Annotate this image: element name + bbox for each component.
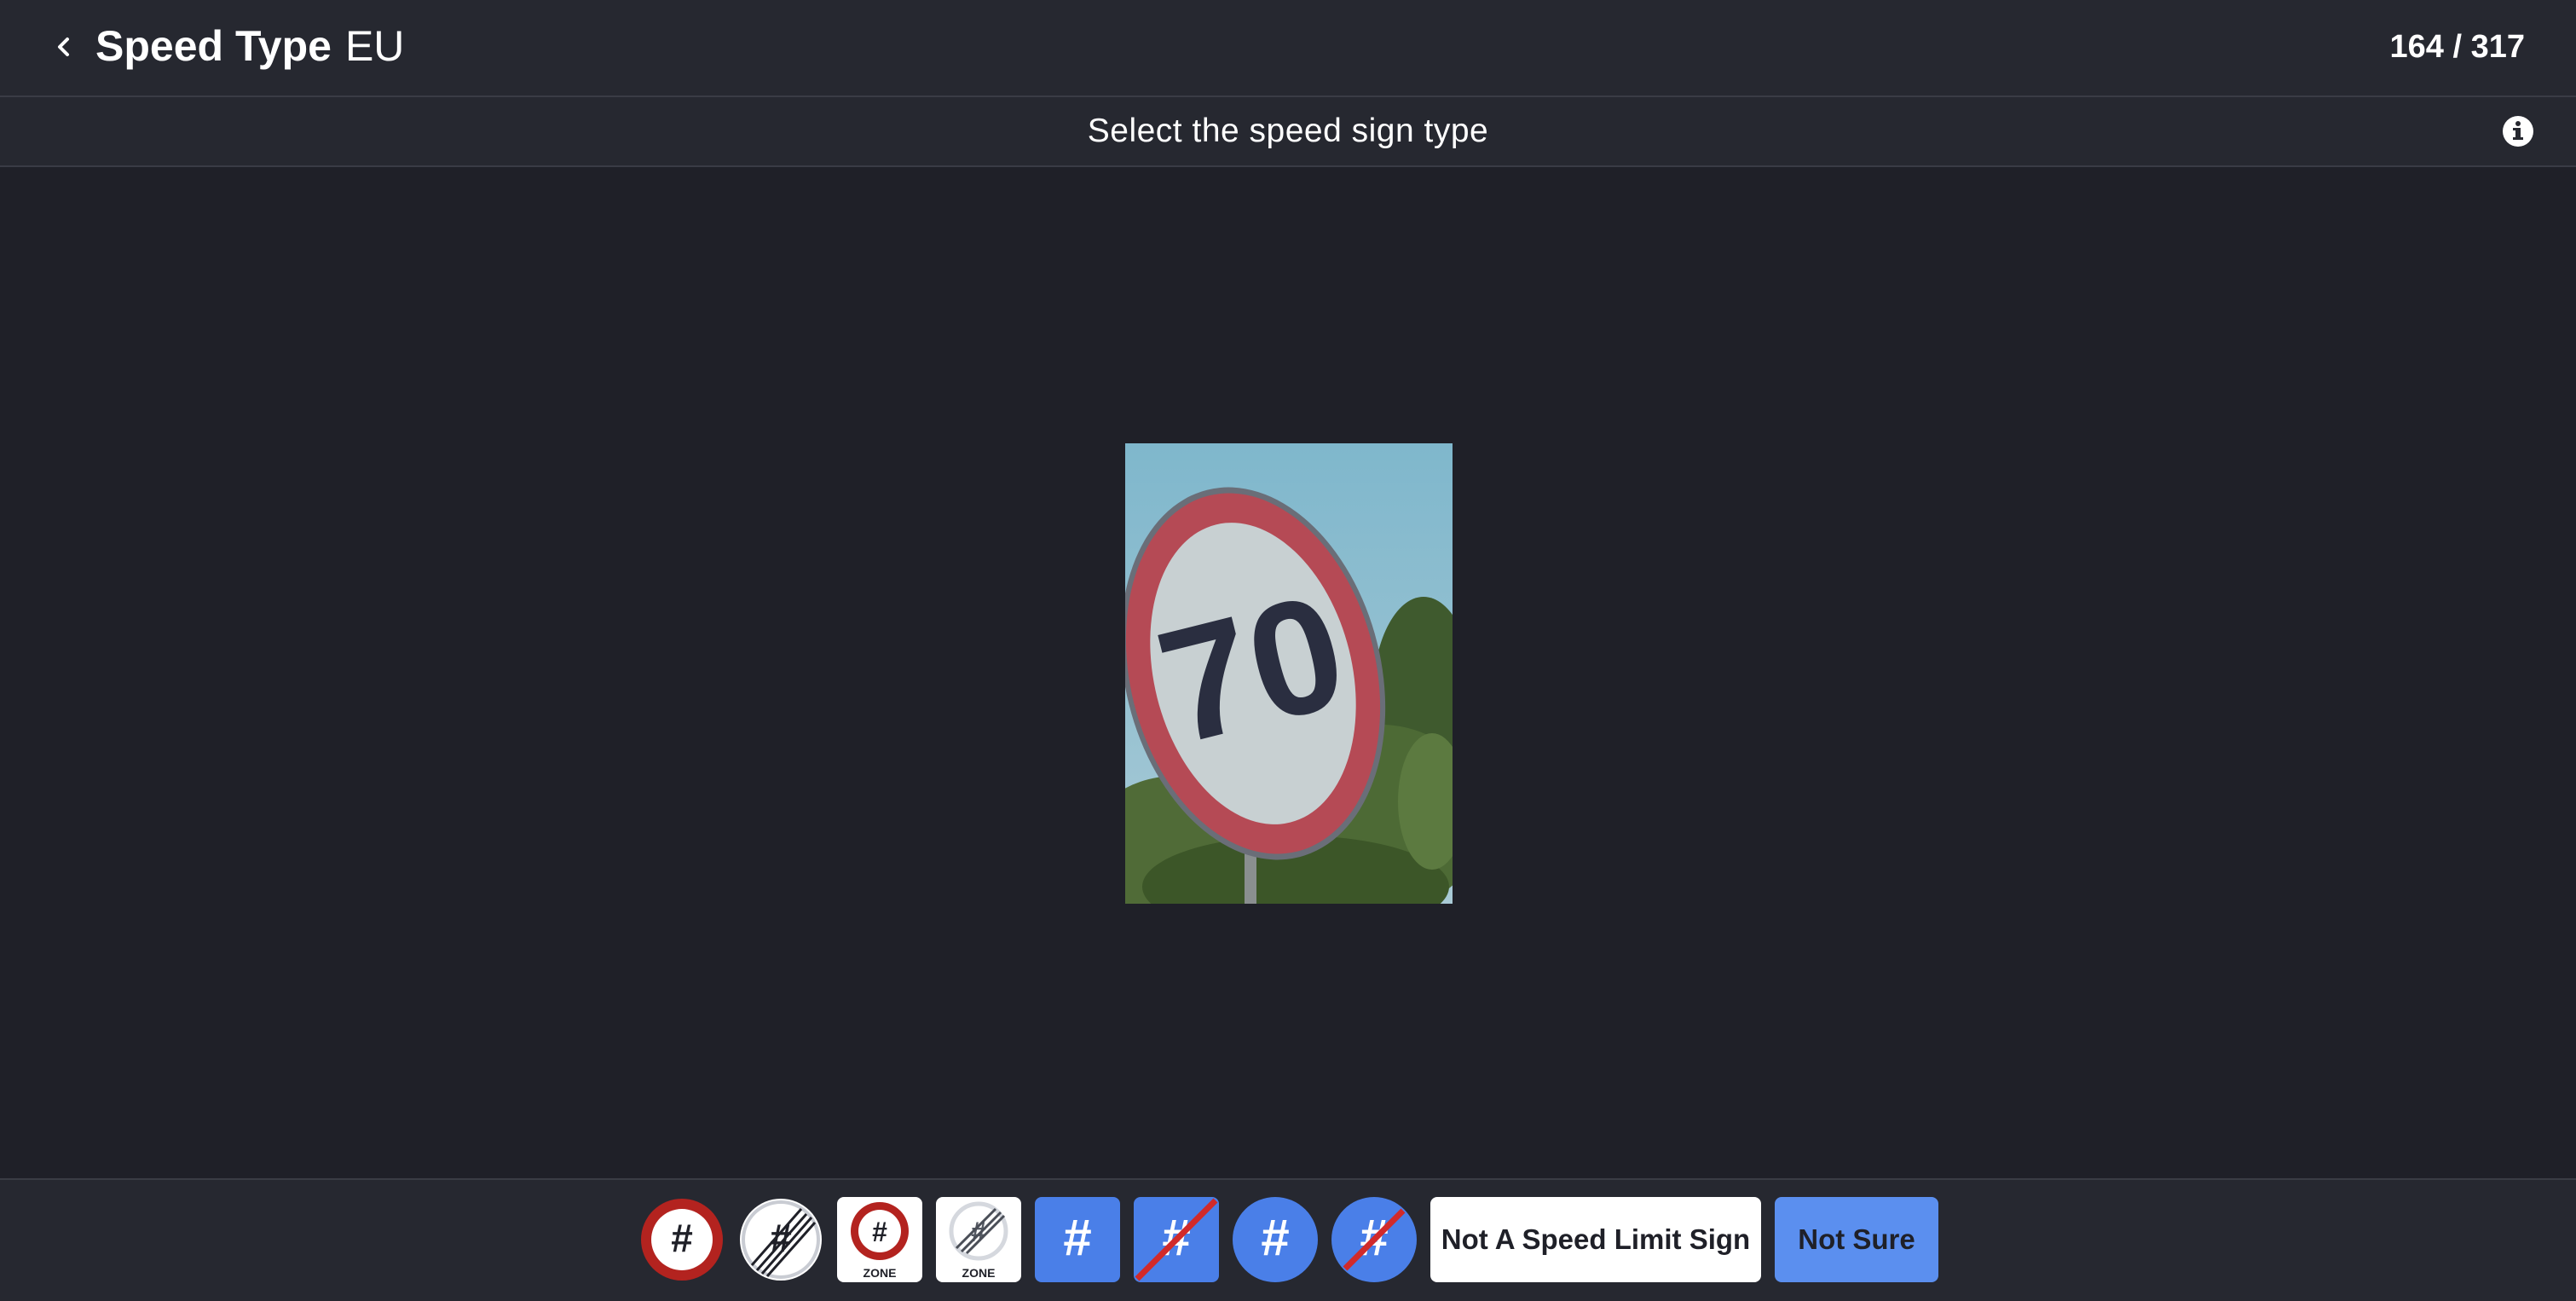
option-speed-limit[interactable]: #: [639, 1197, 725, 1282]
answer-bar: # # # ZONE # ZONE # # Not A Speed Limit …: [0, 1178, 2576, 1301]
end-speed-limit-zone-icon: # ZONE: [949, 1201, 1008, 1280]
progress-counter: 164 / 317: [2389, 29, 2525, 65]
option-advisory-speed[interactable]: #: [1035, 1197, 1120, 1282]
header: Speed Type EU 164 / 317: [0, 0, 2576, 97]
image-stage: 70: [0, 167, 2576, 1178]
option-end-minimum-speed[interactable]: #: [1331, 1197, 1417, 1282]
advisory-speed-icon: #: [1063, 1209, 1091, 1266]
page-title: Speed Type EU: [95, 20, 404, 72]
option-end-speed-limit[interactable]: #: [738, 1197, 823, 1282]
chevron-left-icon: [58, 38, 69, 56]
speed-limit-zone-icon: # ZONE: [851, 1202, 909, 1280]
title-region: EU: [344, 22, 405, 70]
option-minimum-speed[interactable]: #: [1233, 1197, 1318, 1282]
not-speed-limit-sign-button[interactable]: Not A Speed Limit Sign: [1430, 1197, 1761, 1282]
info-icon[interactable]: [2501, 114, 2535, 148]
speed-limit-icon: #: [641, 1199, 723, 1281]
title-main: Speed Type: [95, 22, 332, 70]
end-speed-limit-icon: #: [740, 1199, 822, 1281]
minimum-speed-icon: #: [1233, 1197, 1318, 1282]
option-end-advisory-speed[interactable]: #: [1134, 1197, 1219, 1282]
zone-caption: ZONE: [962, 1266, 996, 1280]
sign-photo: 70: [1125, 443, 1453, 904]
instruction-text: Select the speed sign type: [1087, 113, 1489, 149]
option-symbol: #: [872, 1217, 887, 1247]
option-symbol: #: [671, 1216, 693, 1260]
option-symbol: #: [1261, 1209, 1289, 1266]
option-speed-limit-zone[interactable]: # ZONE: [837, 1197, 922, 1282]
instruction-bar: Select the speed sign type: [0, 97, 2576, 167]
option-end-speed-limit-zone[interactable]: # ZONE: [936, 1197, 1021, 1282]
back-button[interactable]: [43, 26, 85, 68]
end-advisory-speed-icon: #: [1135, 1198, 1218, 1281]
not-sure-button[interactable]: Not Sure: [1775, 1197, 1938, 1282]
zone-caption: ZONE: [863, 1266, 897, 1280]
end-minimum-speed-icon: #: [1331, 1197, 1417, 1282]
speed-sign-image: 70: [1125, 443, 1453, 904]
option-symbol: #: [1063, 1209, 1091, 1266]
